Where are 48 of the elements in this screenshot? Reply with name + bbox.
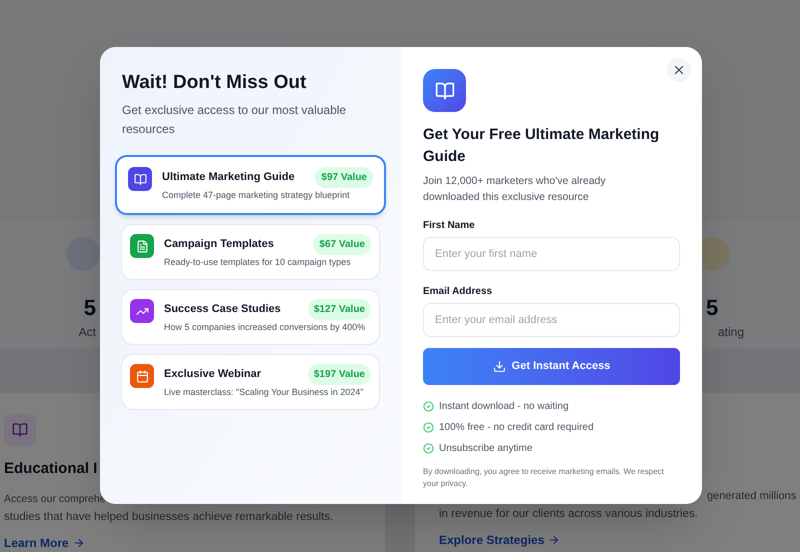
modal-subtitle: Get exclusive access to our most valuable resources xyxy=(121,102,348,138)
resource-card[interactable]: Campaign Templates $67 Value Ready-to-use templates for 10 campaign types xyxy=(121,224,380,280)
arrow-icon xyxy=(72,537,85,549)
download-icon xyxy=(492,360,506,373)
resource-description: Complete 47-page marketing strategy blueprint xyxy=(162,189,351,202)
resource-card[interactable]: Exclusive Webinar $197 Value Live masterclass: "Scaling Your Business in 2024" xyxy=(121,354,380,410)
value-tag: $97 Value xyxy=(315,167,373,188)
card-text: studies that have helped businesses achieve remarkable results. xyxy=(4,510,334,525)
value-tag: $197 Value xyxy=(308,364,371,385)
resource-description: Live masterclass: "Scaling Your Business in 2024" xyxy=(164,386,364,399)
resource-title: Exclusive Webinar xyxy=(164,367,262,382)
disclaimer-text: By downloading, you agree to receive marketing emails. We respect your privacy. xyxy=(423,466,665,490)
form-heading: Get Your Free Ultimate Marketing Guide xyxy=(423,125,660,167)
resource-description: How 5 companies increased conversions by 400% xyxy=(164,321,366,334)
field-label: First Name xyxy=(423,219,476,233)
stat-label: Act xyxy=(78,324,96,341)
check-icon xyxy=(423,401,434,412)
book-icon xyxy=(4,414,36,446)
close-icon xyxy=(672,63,686,77)
form-subheading: Join 12,000+ marketers who've already downloaded this exclusive resource xyxy=(423,174,607,205)
close-button[interactable] xyxy=(667,58,691,82)
check-icon xyxy=(423,443,434,454)
card-title: Educational I xyxy=(4,459,98,479)
benefit-text: 100% free - no credit card required xyxy=(439,421,594,435)
value-tag: $67 Value xyxy=(313,234,371,255)
benefit-text: Instant download - no waiting xyxy=(439,400,569,414)
stat-value: 5 xyxy=(706,294,718,321)
card-text: Access our comprehe xyxy=(4,492,106,507)
resource-card[interactable]: Success Case Studies $127 Value How 5 companies increased conversions by 400% xyxy=(121,289,380,345)
arrow-icon xyxy=(548,534,560,546)
modal-title: Wait! Don't Miss Out xyxy=(121,71,308,95)
resource-title: Ultimate Marketing Guide xyxy=(162,170,295,185)
field-label: Email Address xyxy=(423,285,494,299)
input-field[interactable]: Enter your first name xyxy=(423,237,680,271)
resource-title: Success Case Studies xyxy=(164,302,281,317)
resource-description: Ready-to-use templates for 10 campaign types xyxy=(164,256,352,269)
resource-title: Campaign Templates xyxy=(164,237,274,252)
benefit-text: Unsubscribe anytime xyxy=(439,442,532,456)
check-icon xyxy=(423,422,434,433)
card-text: in revenue for our clients across various industries. xyxy=(439,507,698,522)
stat-value: 5 xyxy=(84,294,96,321)
input-field[interactable]: Enter your email address xyxy=(423,303,680,337)
stat-label: ating xyxy=(718,324,744,341)
card-text: generated millions xyxy=(707,489,796,504)
book-icon xyxy=(423,69,466,112)
resource-card[interactable]: Ultimate Marketing Guide $97 Value Complete 47-page marketing strategy blueprint xyxy=(115,155,386,215)
value-tag: $127 Value xyxy=(308,299,371,320)
get-access-button[interactable]: Get Instant Access xyxy=(423,348,680,385)
